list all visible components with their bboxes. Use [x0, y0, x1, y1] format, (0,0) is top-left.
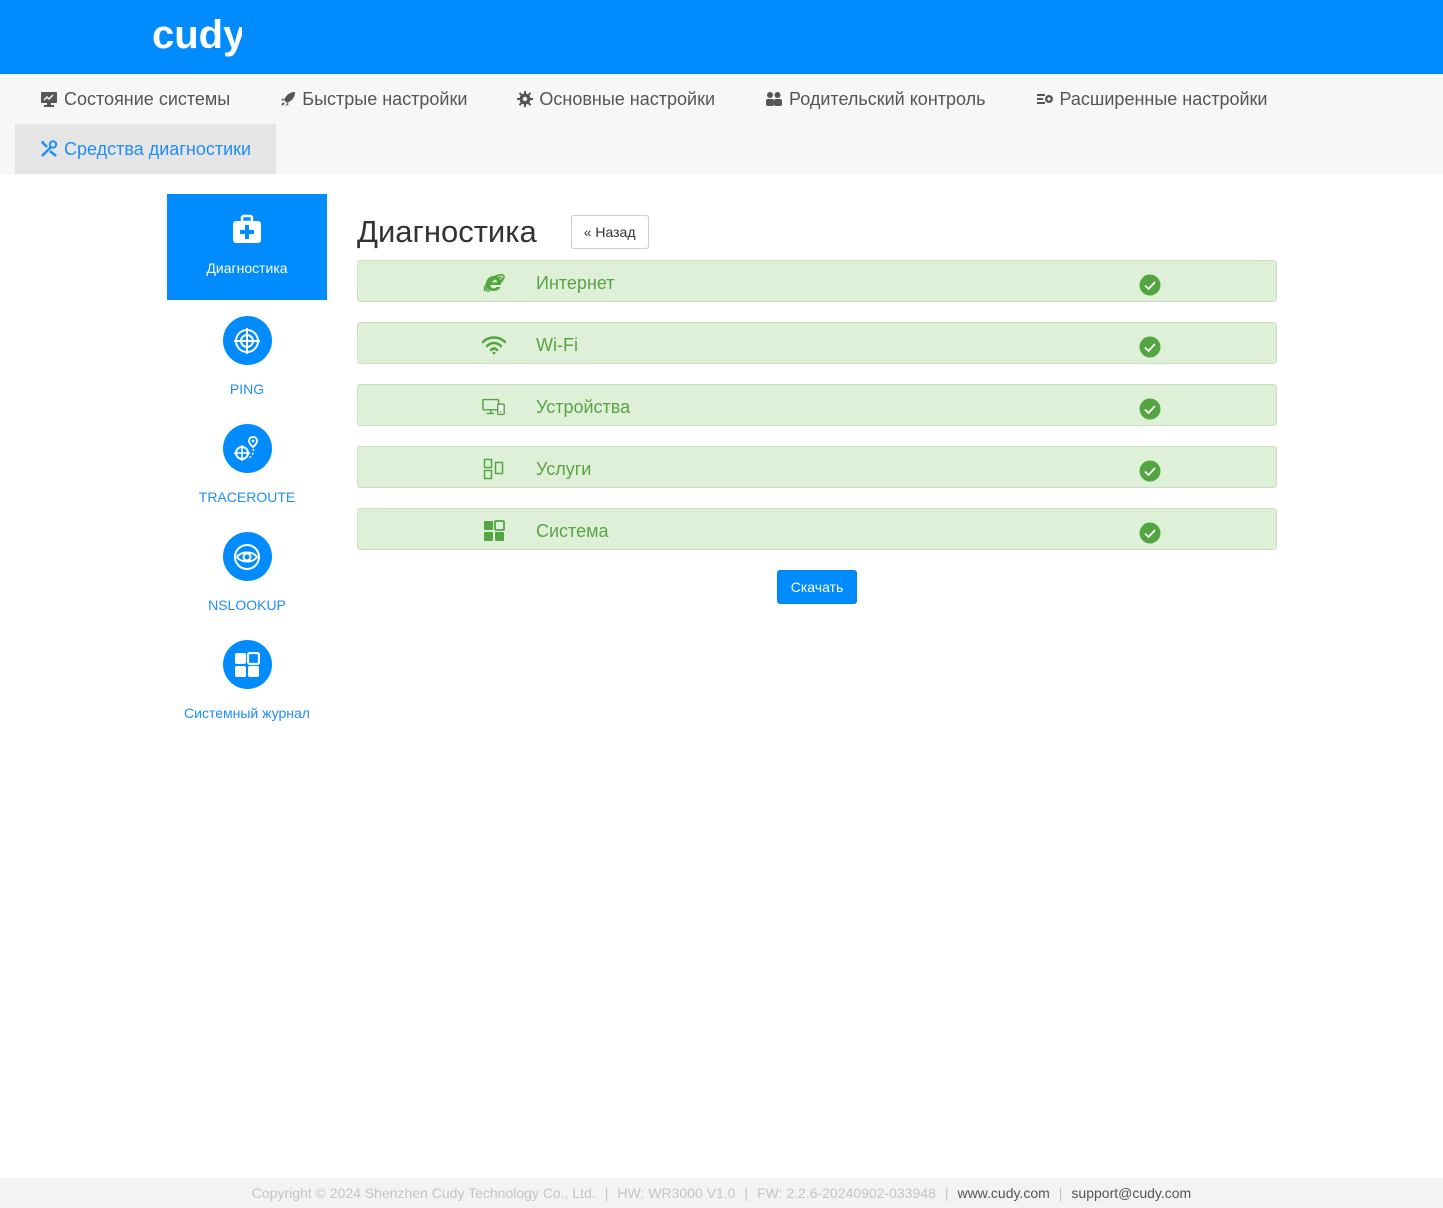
sidebar-item-diagnostics[interactable]: Диагностика	[167, 194, 327, 300]
diagnostic-checks-list: Интернет Wi-Fi Устройства Услуги Система	[357, 260, 1277, 550]
sidebar-item-label: Системный журнал	[184, 705, 310, 721]
nav-item-parental-control[interactable]: Родительский контроль	[740, 74, 1011, 124]
nslookup-button-circle	[222, 532, 272, 581]
traceroute-button-circle	[222, 424, 272, 473]
ping-button-circle	[222, 316, 272, 365]
nav-item-label: Средства диагностики	[64, 138, 252, 159]
footer-support-email-link[interactable]: support@cudy.com	[1071, 1185, 1191, 1201]
nav-item-label: Быстрые настройки	[302, 88, 468, 109]
panel-header: Диагностика « Назад	[357, 210, 1277, 254]
internet-explorer-icon	[482, 271, 506, 295]
download-row: Скачать	[357, 570, 1277, 604]
footer-copyright: Copyright © 2024 Shenzhen Cudy Technolog…	[251, 1185, 596, 1201]
gear-icon	[517, 91, 534, 107]
check-row-devices[interactable]: Устройства	[357, 384, 1277, 426]
services-icon	[482, 457, 506, 481]
top-bar: cudy	[0, 0, 1443, 74]
users-icon	[766, 92, 783, 106]
sidebar-item-label: PING	[229, 381, 265, 397]
back-button[interactable]: « Назад	[570, 215, 649, 249]
footer-separator: |	[604, 1185, 609, 1201]
nav-item-basic-settings[interactable]: Основные настройки	[492, 74, 740, 124]
sidebar-item-ping[interactable]: PING	[167, 300, 327, 408]
route-icon	[234, 435, 258, 461]
medkit-icon	[233, 214, 261, 243]
system-log-button-circle	[222, 640, 272, 689]
devices-icon	[482, 395, 506, 419]
check-row-wifi[interactable]: Wi-Fi	[357, 322, 1277, 364]
cudy-logo[interactable]: cudy	[152, 12, 242, 58]
grid-icon	[235, 651, 260, 677]
footer-separator: |	[744, 1185, 749, 1201]
nav-item-label: Состояние системы	[64, 88, 231, 109]
sidebar-item-system-log[interactable]: Системный журнал	[167, 624, 327, 732]
check-label: Интернет	[536, 273, 615, 293]
check-row-services[interactable]: Услуги	[357, 446, 1277, 488]
nav-item-advanced-settings[interactable]: Расширенные настройки	[1011, 74, 1293, 124]
check-ok-icon	[1139, 336, 1161, 358]
nav-item-label: Расширенные настройки	[1059, 88, 1268, 109]
system-grid-icon	[482, 519, 506, 543]
target-icon	[234, 327, 260, 354]
footer: Copyright © 2024 Shenzhen Cudy Technolog…	[0, 1178, 1443, 1208]
page-title: Диагностика	[357, 214, 537, 249]
nav-item-diagnostic-tools[interactable]: Средства диагностики	[15, 124, 277, 174]
check-row-internet[interactable]: Интернет	[357, 260, 1277, 302]
sidebar-item-label: TRACEROUTE	[198, 489, 296, 505]
check-label: Услуги	[536, 459, 592, 479]
main-nav: Состояние системы Быстрые настройки Осно…	[0, 74, 1443, 174]
sidebar-item-label: Диагностика	[206, 260, 288, 276]
check-ok-icon	[1139, 460, 1161, 482]
diagnostics-panel: Диагностика « Назад Интернет Wi-Fi Устро…	[357, 210, 1277, 604]
rocket-icon	[281, 92, 296, 106]
download-button[interactable]: Скачать	[776, 570, 858, 604]
svg-text:cudy: cudy	[152, 13, 242, 57]
eye-icon	[234, 543, 260, 570]
check-ok-icon	[1139, 398, 1161, 420]
footer-fw-version: FW: 2.2.6-20240902-033948	[757, 1185, 936, 1201]
check-row-system[interactable]: Система	[357, 508, 1277, 550]
nav-item-system-status[interactable]: Состояние системы	[15, 74, 255, 124]
footer-separator: |	[944, 1185, 949, 1201]
tools-sidebar: Диагностика PING TRACEROUTE NSLOOKUP Сис…	[167, 194, 327, 732]
tools-icon	[41, 140, 58, 157]
check-label: Wi-Fi	[536, 335, 578, 355]
nav-item-label: Основные настройки	[539, 88, 716, 109]
wifi-icon	[482, 333, 506, 357]
monitor-icon	[41, 92, 57, 107]
nav-item-quick-setup[interactable]: Быстрые настройки	[255, 74, 492, 124]
check-label: Устройства	[536, 397, 631, 417]
check-ok-icon	[1139, 274, 1161, 296]
sidebar-item-nslookup[interactable]: NSLOOKUP	[167, 516, 327, 624]
sidebar-item-label: NSLOOKUP	[208, 597, 286, 613]
sidebar-item-traceroute[interactable]: TRACEROUTE	[167, 408, 327, 516]
check-ok-icon	[1139, 522, 1161, 544]
footer-hw-version: HW: WR3000 V1.0	[617, 1185, 736, 1201]
nav-item-label: Родительский контроль	[789, 88, 986, 109]
check-label: Система	[536, 521, 609, 541]
advanced-settings-icon	[1036, 94, 1053, 104]
footer-website-link[interactable]: www.cudy.com	[957, 1185, 1049, 1201]
footer-separator: |	[1058, 1185, 1063, 1201]
